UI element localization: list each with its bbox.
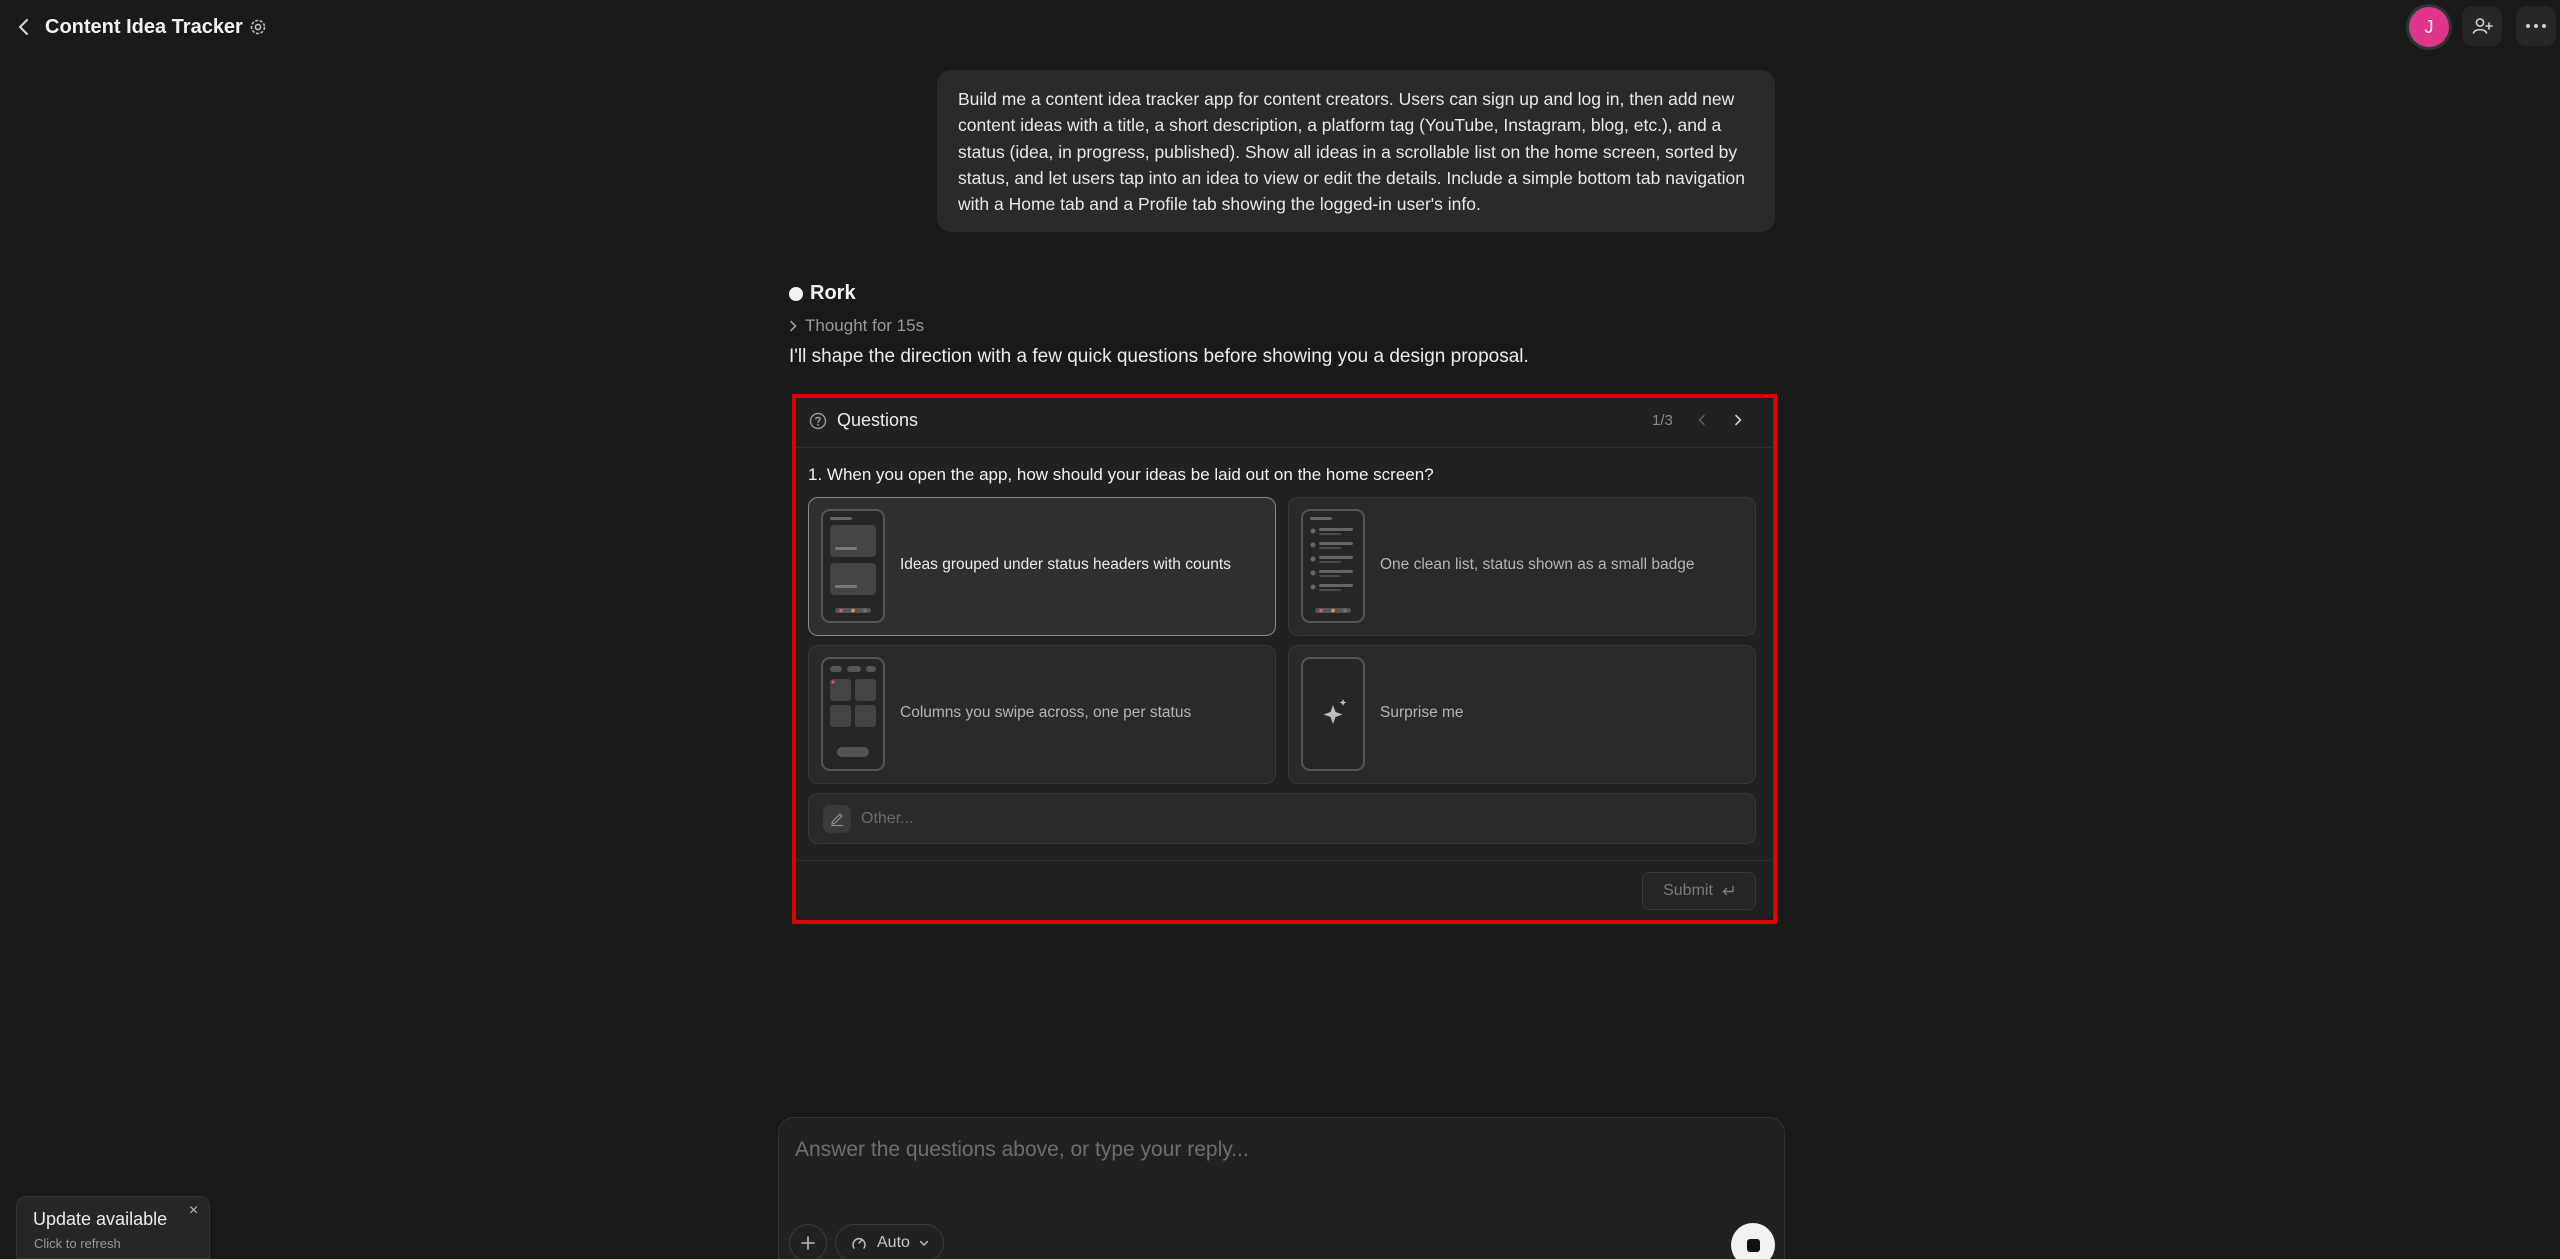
more-horizontal-icon — [2526, 24, 2546, 28]
submit-button[interactable]: Submit — [1642, 872, 1756, 910]
sparkle-preview-icon — [1301, 657, 1365, 771]
previous-question-button[interactable] — [1690, 408, 1714, 432]
option-grouped-status[interactable]: Ideas grouped under status headers with … — [808, 497, 1276, 636]
other-input[interactable] — [861, 809, 1721, 828]
other-answer-field[interactable] — [808, 793, 1756, 844]
mode-label: Auto — [877, 1234, 910, 1251]
submit-label: Submit — [1663, 882, 1713, 899]
option-label: Ideas grouped under status headers with … — [900, 556, 1231, 573]
page-title: Content Idea Tracker — [45, 16, 243, 38]
next-question-button[interactable] — [1726, 408, 1750, 432]
chevron-right-icon — [1735, 414, 1742, 426]
chevron-down-icon — [919, 1240, 929, 1246]
toast-title: Update available — [33, 1209, 168, 1229]
help-circle-icon — [809, 412, 827, 430]
chevron-left-icon — [18, 18, 29, 36]
option-surprise-me[interactable]: Surprise me — [1288, 645, 1756, 784]
assistant-intro: I'll shape the direction with a few quic… — [789, 346, 1529, 367]
invite-user-button[interactable] — [2462, 6, 2502, 46]
option-label: Columns you swipe across, one per status — [900, 704, 1192, 721]
settings-button[interactable] — [246, 15, 270, 39]
thought-label: Thought for 15s — [805, 316, 925, 335]
assistant-name: Rork — [810, 282, 856, 304]
gear-icon — [250, 19, 266, 35]
card-divider — [794, 860, 1774, 861]
composer: Auto — [778, 1117, 1785, 1259]
chevron-right-icon — [790, 320, 797, 332]
add-attachment-button[interactable] — [789, 1224, 827, 1259]
columns-layout-preview-icon — [821, 657, 885, 771]
questions-title: Questions — [837, 410, 919, 430]
update-toast[interactable]: Update available Click to refresh × — [16, 1196, 210, 1259]
option-clean-list[interactable]: One clean list, status shown as a small … — [1288, 497, 1756, 636]
option-label: Surprise me — [1380, 704, 1464, 721]
close-icon[interactable]: × — [189, 1202, 198, 1220]
assistant-dot-icon — [789, 286, 803, 301]
enter-key-icon — [1722, 885, 1734, 896]
grouped-layout-preview-icon — [821, 509, 885, 623]
back-button[interactable] — [12, 14, 36, 40]
auto-mode-icon — [852, 1238, 866, 1249]
top-bar: Content Idea Tracker J — [0, 0, 2560, 54]
question-counter: 1/3 — [1652, 412, 1673, 429]
mode-selector[interactable]: Auto — [835, 1224, 944, 1259]
pencil-icon — [823, 804, 851, 833]
thought-toggle[interactable]: Thought for 15s — [789, 316, 924, 336]
stop-icon — [1746, 1238, 1760, 1252]
user-message: Build me a content idea tracker app for … — [937, 70, 1775, 232]
plus-icon — [801, 1236, 815, 1250]
reply-input[interactable] — [795, 1138, 1755, 1162]
stop-button[interactable] — [1731, 1223, 1775, 1259]
option-label: One clean list, status shown as a small … — [1380, 556, 1695, 573]
assistant-header: Rork — [789, 282, 856, 305]
questions-card: Questions 1/3 1. When you open the app, … — [794, 396, 1774, 920]
option-swipe-columns[interactable]: Columns you swipe across, one per status — [808, 645, 1276, 784]
toast-subtitle: Click to refresh — [34, 1236, 121, 1251]
avatar-initial: J — [2409, 7, 2449, 47]
question-text: 1. When you open the app, how should you… — [808, 465, 1434, 484]
chevron-left-icon — [1698, 414, 1705, 426]
user-plus-icon — [2472, 18, 2493, 34]
avatar[interactable]: J — [2406, 4, 2452, 50]
list-layout-preview-icon — [1301, 509, 1365, 623]
questions-header: Questions 1/3 — [794, 396, 1774, 448]
more-options-button[interactable] — [2516, 6, 2556, 46]
